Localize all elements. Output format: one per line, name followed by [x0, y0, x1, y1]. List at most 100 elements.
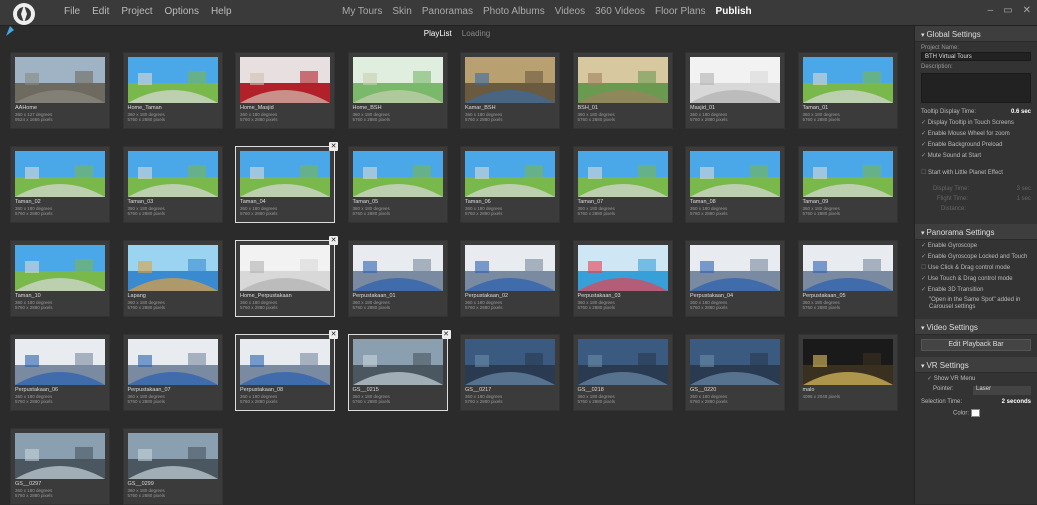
video-settings-header[interactable]: Video Settings — [915, 319, 1037, 335]
edit-playback-bar-button[interactable]: Edit Playback Bar — [921, 339, 1031, 351]
panorama-tile[interactable]: Taman_06 360 x 180 degrees 5760 x 2880 pix… — [460, 146, 560, 223]
panorama-thumbnail[interactable] — [240, 57, 330, 103]
global-settings-header[interactable]: Global Settings — [915, 26, 1037, 42]
nav-skin[interactable]: Skin — [392, 6, 411, 17]
option-3d-transition[interactable]: Enable 3D Transition — [915, 284, 1037, 295]
panorama-tile[interactable]: Masjid_01 360 x 180 degrees 5760 x 2880 pi… — [685, 52, 785, 129]
panorama-thumbnail[interactable] — [465, 151, 555, 197]
subtab-playlist[interactable]: PlayList — [424, 29, 452, 42]
flight-time-stepper[interactable]: 1 sec — [1017, 196, 1031, 202]
panorama-thumbnail[interactable] — [577, 339, 668, 385]
display-time-stepper[interactable]: 3 sec — [1017, 186, 1031, 192]
menu-options[interactable]: Options — [164, 6, 198, 17]
panorama-tile[interactable]: Lapang 360 x 180 degrees 5760 x 2880 pixel… — [122, 240, 223, 317]
panorama-tile[interactable]: Taman_10 360 x 180 degrees 5760 x 2880 pix… — [10, 240, 110, 317]
panorama-tile[interactable]: Taman_01 360 x 180 degrees 5760 x 2880 pix… — [797, 52, 898, 129]
close-icon[interactable]: ✕ — [1023, 5, 1031, 16]
remove-icon[interactable]: ✕ — [441, 330, 451, 339]
panorama-tile[interactable]: GS__0218 360 x 180 degrees 5760 x 2880 pix… — [572, 334, 673, 411]
minimize-icon[interactable]: – — [988, 5, 994, 16]
panorama-tile[interactable]: Perpustakaan_03 360 x 180 degrees 5760 x 2… — [572, 240, 673, 317]
panorama-thumbnail[interactable] — [15, 245, 105, 291]
panorama-thumbnail[interactable] — [15, 339, 105, 385]
panorama-tile[interactable]: Perpustakaan_06 360 x 180 degrees 5760 x 2… — [10, 334, 110, 411]
panorama-tile[interactable]: Taman_08 360 x 180 degrees 5760 x 2880 pix… — [685, 146, 785, 223]
nav-my-tours[interactable]: My Tours — [342, 6, 382, 17]
color-swatch[interactable] — [970, 409, 980, 417]
menu-help[interactable]: Help — [211, 6, 232, 17]
panorama-tile[interactable]: Kamar_BSH 360 x 180 degrees 5760 x 2880 pi… — [460, 52, 560, 129]
panorama-tile[interactable]: GS__0297 360 x 180 degrees 5760 x 2880 pix… — [10, 428, 110, 505]
panorama-thumbnail[interactable] — [802, 339, 893, 385]
panorama-thumbnail[interactable] — [15, 57, 105, 103]
panorama-thumbnail[interactable] — [352, 245, 443, 291]
panorama-tile[interactable]: Taman_09 360 x 180 degrees 5760 x 2880 pix… — [797, 146, 898, 223]
panorama-thumbnail[interactable] — [690, 151, 780, 197]
option-background-preload[interactable]: Enable Background Preload — [915, 139, 1037, 150]
panorama-thumbnail[interactable] — [15, 151, 105, 197]
option-touch-drag[interactable]: Use Touch & Drag control mode — [915, 273, 1037, 284]
option-display-tooltip[interactable]: Display Tooltip in Touch Screens — [915, 117, 1037, 128]
panorama-tile[interactable]: Perpustakaan_01 360 x 180 degrees 5760 x 2… — [347, 240, 448, 317]
option-gyroscope-locked[interactable]: Enable Gyroscope Locked and Touch — [915, 251, 1037, 262]
panorama-thumbnail[interactable] — [577, 245, 668, 291]
subtab-loading[interactable]: Loading — [462, 29, 490, 42]
option-gyroscope[interactable]: Enable Gyroscope — [915, 240, 1037, 251]
panorama-settings-header[interactable]: Panorama Settings — [915, 224, 1037, 240]
panorama-thumbnail[interactable] — [577, 151, 668, 197]
project-name-input[interactable]: BTH Virtual Tours — [921, 52, 1031, 61]
panorama-tile[interactable]: Home_BSH 360 x 180 degrees 5760 x 2880 pix… — [347, 52, 448, 129]
distance-label[interactable]: Distance: — [915, 204, 1037, 214]
panorama-thumbnail[interactable] — [15, 433, 105, 479]
nav-photo-albums[interactable]: Photo Albums — [483, 6, 545, 17]
panorama-thumbnail[interactable] — [240, 151, 330, 197]
panorama-thumbnail[interactable] — [577, 57, 668, 103]
nav-videos[interactable]: Videos — [555, 6, 585, 17]
panorama-tile[interactable]: Taman_04 360 x 180 degrees 5760 x 2880 pix… — [235, 142, 338, 223]
panorama-thumbnail[interactable] — [465, 339, 555, 385]
panorama-tile[interactable]: malo 4096 x 2048 pixels — [797, 334, 898, 411]
menu-project[interactable]: Project — [121, 6, 152, 17]
option-little-planet[interactable]: Start with Little Planet Effect — [915, 167, 1037, 178]
panorama-tile[interactable]: Taman_05 360 x 180 degrees 5760 x 2880 pix… — [347, 146, 448, 223]
option-mouse-wheel[interactable]: Enable Mouse Wheel for zoom — [915, 128, 1037, 139]
panorama-tile[interactable]: Perpustakaan_08 360 x 180 degrees 5760 x 2… — [235, 330, 338, 411]
panorama-tile[interactable]: GS__0217 360 x 180 degrees 5760 x 2880 pix… — [460, 334, 560, 411]
panorama-tile[interactable]: Taman_02 360 x 180 degrees 5760 x 2880 pix… — [10, 146, 110, 223]
nav-panoramas[interactable]: Panoramas — [422, 6, 473, 17]
panorama-thumbnail[interactable] — [690, 245, 780, 291]
panorama-thumbnail[interactable] — [127, 339, 218, 385]
panorama-thumbnail[interactable] — [352, 339, 443, 385]
panorama-tile[interactable]: Taman_03 360 x 180 degrees 5760 x 2880 pix… — [122, 146, 223, 223]
option-mute-sound[interactable]: Mute Sound at Start — [915, 150, 1037, 161]
option-click-drag[interactable]: Use Click & Drag control mode — [915, 262, 1037, 273]
nav-publish[interactable]: Publish — [716, 6, 752, 17]
panorama-thumbnail[interactable] — [690, 57, 780, 103]
panorama-thumbnail[interactable] — [465, 57, 555, 103]
pointer-select[interactable]: Laser — [973, 386, 1031, 395]
tooltip-stepper[interactable]: 0.6 sec — [1011, 109, 1031, 115]
option-show-vr-menu[interactable]: Show VR Menu — [915, 373, 1037, 384]
panorama-tile[interactable]: Home_Perpustakaan 360 x 180 degrees 5760 x… — [235, 236, 338, 317]
panorama-tile[interactable]: Home_Taman 360 x 180 degrees 5760 x 2880 p… — [122, 52, 223, 129]
remove-icon[interactable]: ✕ — [329, 330, 338, 339]
panorama-tile[interactable]: GS__0299 360 x 180 degrees 5760 x 2880 pix… — [122, 428, 223, 505]
panorama-thumbnail[interactable] — [127, 57, 218, 103]
panorama-tile[interactable]: Home_Masjid 360 x 180 degrees 5760 x 2880 … — [235, 52, 335, 129]
panorama-tile[interactable]: Taman_07 360 x 180 degrees 5760 x 2880 pix… — [572, 146, 673, 223]
panorama-thumbnail[interactable] — [352, 57, 443, 103]
nav-floor-plans[interactable]: Floor Plans — [655, 6, 706, 17]
panorama-thumbnail[interactable] — [240, 245, 330, 291]
panorama-thumbnail[interactable] — [127, 245, 218, 291]
panorama-thumbnail[interactable] — [127, 433, 218, 479]
panorama-thumbnail[interactable] — [802, 245, 893, 291]
panorama-tile[interactable]: Perpustakaan_04 360 x 180 degrees 5760 x 2… — [685, 240, 785, 317]
remove-icon[interactable]: ✕ — [329, 142, 338, 151]
menu-edit[interactable]: Edit — [92, 6, 109, 17]
panorama-tile[interactable]: GS__0220 360 x 180 degrees 5760 x 2880 pix… — [685, 334, 785, 411]
remove-icon[interactable]: ✕ — [329, 236, 338, 245]
panorama-tile[interactable]: Perpustakaan_02 360 x 180 degrees 5760 x 2… — [460, 240, 560, 317]
panorama-tile[interactable]: Perpustakaan_05 360 x 180 degrees 5760 x 2… — [797, 240, 898, 317]
nav-360-videos[interactable]: 360 Videos — [595, 6, 645, 17]
panorama-tile[interactable]: GS__0215 360 x 180 degrees 5760 x 2880 pix… — [347, 330, 451, 411]
